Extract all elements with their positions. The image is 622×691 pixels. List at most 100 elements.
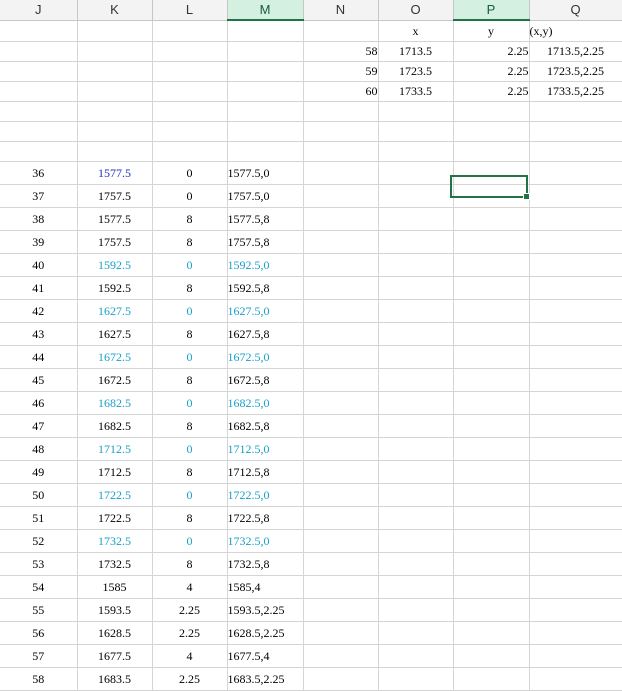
cell[interactable] — [0, 101, 78, 122]
cell[interactable] — [303, 230, 379, 254]
cell-j[interactable]: 49 — [0, 460, 78, 484]
cell[interactable] — [378, 483, 454, 507]
column-header-q[interactable]: Q — [529, 0, 622, 21]
cell-l[interactable]: 8 — [152, 276, 228, 300]
cell[interactable] — [303, 276, 379, 300]
column-header-n[interactable]: N — [303, 0, 379, 21]
cell-k[interactable]: 1585 — [77, 575, 153, 599]
cell[interactable] — [378, 101, 454, 122]
cell[interactable] — [303, 101, 379, 122]
cell-q[interactable]: (x,y) — [529, 20, 622, 42]
cell[interactable] — [529, 141, 622, 162]
cell-m[interactable]: 1732.5,8 — [227, 552, 304, 576]
column-header-j[interactable]: J — [0, 0, 78, 21]
cell[interactable] — [529, 598, 622, 622]
cell[interactable] — [303, 184, 379, 208]
cell-l[interactable]: 4 — [152, 644, 228, 668]
cell-k[interactable]: 1682.5 — [77, 414, 153, 438]
cell[interactable] — [152, 121, 228, 142]
cell-m[interactable]: 1757.5,8 — [227, 230, 304, 254]
cell[interactable] — [77, 81, 153, 102]
cell[interactable] — [77, 141, 153, 162]
cell-j[interactable]: 44 — [0, 345, 78, 369]
column-header-o[interactable]: O — [378, 0, 454, 21]
cell-m[interactable]: 1757.5,0 — [227, 184, 304, 208]
cell-l[interactable]: 0 — [152, 391, 228, 415]
cell[interactable] — [453, 529, 530, 553]
cell-l[interactable]: 0 — [152, 184, 228, 208]
cell[interactable] — [453, 345, 530, 369]
cell-m[interactable]: 1672.5,8 — [227, 368, 304, 392]
cell[interactable] — [529, 414, 622, 438]
cell-j[interactable]: 57 — [0, 644, 78, 668]
cell-o[interactable]: x — [378, 20, 454, 42]
cell-k[interactable]: 1627.5 — [77, 322, 153, 346]
cell[interactable] — [303, 575, 379, 599]
cell[interactable] — [303, 141, 379, 162]
cell-k[interactable]: 1592.5 — [77, 253, 153, 277]
cell[interactable] — [152, 61, 228, 82]
cell-k[interactable]: 1732.5 — [77, 552, 153, 576]
cell-m[interactable]: 1585,4 — [227, 575, 304, 599]
cell[interactable] — [378, 121, 454, 142]
cell[interactable] — [77, 41, 153, 62]
cell[interactable] — [152, 141, 228, 162]
cell[interactable] — [0, 121, 78, 142]
cell[interactable] — [453, 621, 530, 645]
cell[interactable] — [453, 207, 530, 231]
cell[interactable] — [227, 81, 304, 102]
cell-k[interactable]: 1628.5 — [77, 621, 153, 645]
cell[interactable] — [529, 322, 622, 346]
column-header-l[interactable]: L — [152, 0, 228, 21]
cell-k[interactable]: 1732.5 — [77, 529, 153, 553]
cell[interactable] — [453, 299, 530, 323]
cell[interactable] — [453, 667, 530, 691]
cell[interactable] — [529, 121, 622, 142]
cell-k[interactable]: 1577.5 — [77, 207, 153, 231]
cell-j[interactable]: 37 — [0, 184, 78, 208]
cell-k[interactable]: 1672.5 — [77, 345, 153, 369]
cell-j[interactable]: 58 — [0, 667, 78, 691]
cell[interactable] — [453, 322, 530, 346]
cell[interactable] — [378, 207, 454, 231]
cell[interactable] — [152, 81, 228, 102]
cell[interactable] — [303, 253, 379, 277]
cell[interactable] — [77, 20, 153, 42]
cell[interactable] — [303, 322, 379, 346]
cell[interactable] — [529, 506, 622, 530]
active-cell-selection[interactable] — [450, 175, 530, 200]
cell-k[interactable]: 1757.5 — [77, 184, 153, 208]
cell[interactable] — [378, 437, 454, 461]
cell-l[interactable]: 0 — [152, 253, 228, 277]
cell[interactable] — [378, 414, 454, 438]
cell[interactable] — [529, 161, 622, 185]
cell-m[interactable]: 1627.5,8 — [227, 322, 304, 346]
cell-l[interactable]: 2.25 — [152, 598, 228, 622]
cell[interactable] — [529, 667, 622, 691]
cell[interactable] — [529, 391, 622, 415]
cell-m[interactable]: 1712.5,8 — [227, 460, 304, 484]
cell[interactable] — [303, 598, 379, 622]
cell[interactable] — [453, 575, 530, 599]
cell[interactable] — [378, 667, 454, 691]
cell[interactable] — [303, 345, 379, 369]
cell[interactable] — [529, 299, 622, 323]
cell[interactable] — [453, 437, 530, 461]
cell[interactable] — [227, 101, 304, 122]
cell[interactable] — [378, 506, 454, 530]
cell-l[interactable]: 0 — [152, 161, 228, 185]
cell[interactable] — [378, 276, 454, 300]
cell[interactable] — [529, 345, 622, 369]
cell[interactable] — [303, 644, 379, 668]
cell-m[interactable]: 1712.5,0 — [227, 437, 304, 461]
cell[interactable] — [453, 483, 530, 507]
cell-l[interactable]: 2.25 — [152, 667, 228, 691]
cell-m[interactable]: 1593.5,2.25 — [227, 598, 304, 622]
cell-l[interactable]: 8 — [152, 230, 228, 254]
cell-o[interactable]: 1733.5 — [378, 81, 454, 102]
cell[interactable] — [453, 141, 530, 162]
cell[interactable] — [529, 437, 622, 461]
cell-m[interactable]: 1732.5,0 — [227, 529, 304, 553]
cell-k[interactable]: 1712.5 — [77, 437, 153, 461]
cell[interactable] — [453, 644, 530, 668]
